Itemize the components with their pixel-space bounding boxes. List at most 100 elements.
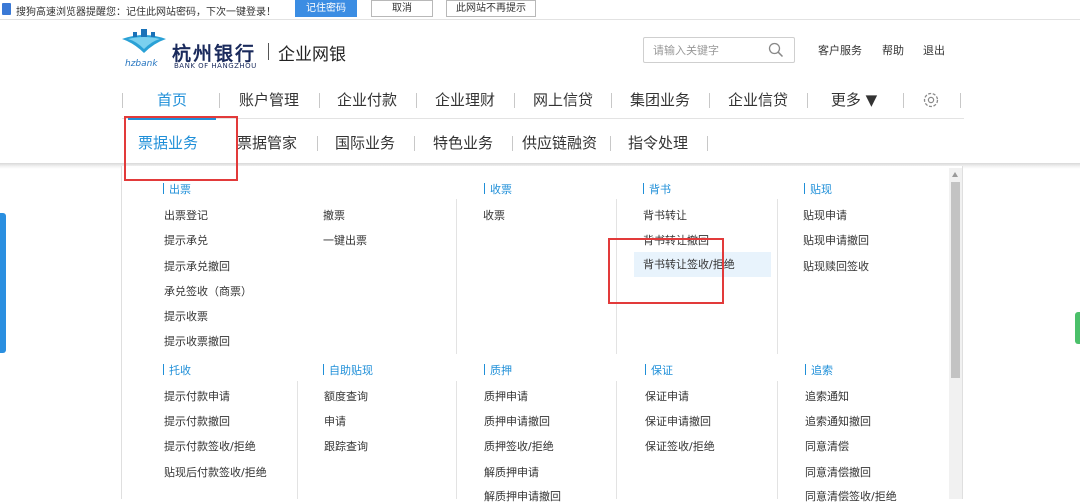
menu-item-issue-register[interactable]: 出票登记 <box>164 207 208 223</box>
help-link[interactable]: 帮助 <box>882 42 904 58</box>
nav-divider <box>416 93 417 108</box>
section-title-recourse: 追索 <box>805 364 833 377</box>
column-divider <box>456 199 457 354</box>
menu-item-pledge-apply[interactable]: 质押申请 <box>484 388 528 404</box>
section-title-receive: 收票 <box>484 183 512 196</box>
hzbank-text: hzbank <box>125 59 158 69</box>
scrollbar-thumb[interactable] <box>951 182 960 378</box>
left-side-tab[interactable] <box>0 213 6 353</box>
subnav-item-supply-chain[interactable]: 供应链融资 <box>522 124 597 162</box>
never-prompt-button[interactable]: 此网站不再提示 <box>446 0 536 17</box>
section-title-self-discount: 自助贴现 <box>323 364 373 377</box>
menu-item-pledge-revoke[interactable]: 质押申请撤回 <box>484 413 550 429</box>
menu-item-guarantee-apply[interactable]: 保证申请 <box>645 388 689 404</box>
menu-item-payment-sign-reject[interactable]: 提示付款签收/拒绝 <box>164 438 256 454</box>
nav-divider <box>319 93 320 108</box>
annotation-box-bills-tab <box>124 116 238 181</box>
logo-divider <box>268 43 269 60</box>
nav-item-finance[interactable]: 企业理财 <box>426 82 504 118</box>
nav-divider <box>807 93 808 108</box>
section-title-pledge: 质押 <box>484 364 512 377</box>
nav-divider <box>514 93 515 108</box>
subnav-divider <box>707 136 708 151</box>
nav-item-payment[interactable]: 企业付款 <box>328 82 406 118</box>
menu-item-receive[interactable]: 收票 <box>483 207 505 223</box>
menu-item-one-click-issue[interactable]: 一键出票 <box>323 232 367 248</box>
column-divider <box>777 199 778 354</box>
menu-item-discount-redeem-sign[interactable]: 贴现赎回签收 <box>803 258 869 274</box>
nav-item-credit-online[interactable]: 网上信贷 <box>524 82 602 118</box>
column-divider <box>297 381 298 499</box>
menu-item-payment-revoke[interactable]: 提示付款撤回 <box>164 413 230 429</box>
menu-item-cancel-bill[interactable]: 撤票 <box>323 207 345 223</box>
menu-scrollbar[interactable] <box>949 168 962 499</box>
nav-item-account[interactable]: 账户管理 <box>230 82 308 118</box>
nav-divider <box>122 93 123 108</box>
nav-divider <box>903 93 904 108</box>
search-box <box>643 37 795 63</box>
search-icon[interactable] <box>768 42 784 58</box>
menu-item-present-accept-revoke[interactable]: 提示承兑撤回 <box>164 258 230 274</box>
menu-item-agree-settle-sign-reject[interactable]: 同意清偿签收/拒绝 <box>805 488 897 504</box>
menu-item-pledge-sign-reject[interactable]: 质押签收/拒绝 <box>484 438 554 454</box>
menu-item-tracking-query[interactable]: 跟踪查询 <box>324 438 368 454</box>
nav-underline <box>122 118 964 119</box>
right-side-tab[interactable] <box>1075 312 1080 344</box>
nav-divider <box>709 93 710 108</box>
nav-item-corp-credit[interactable]: 企业信贷 <box>719 82 797 118</box>
password-save-bar: 搜狗高速浏览器提醒您：记住此网站密码，下次一键登录！ 记住密码 取消 此网站不再… <box>0 0 1080 20</box>
portal-name: 企业网银 <box>278 45 346 65</box>
nav-item-group[interactable]: 集团业务 <box>621 82 699 118</box>
hzbank-logo-icon <box>122 29 166 53</box>
menu-item-agree-settle[interactable]: 同意清偿 <box>805 438 849 454</box>
menu-item-discount-revoke[interactable]: 贴现申请撤回 <box>803 232 869 248</box>
menu-item-present-receive[interactable]: 提示收票 <box>164 308 208 324</box>
save-password-message: 搜狗高速浏览器提醒您：记住此网站密码，下次一键登录！ <box>16 7 276 18</box>
bill-business-menu: 出票 出票登记 提示承兑 提示承兑撤回 承兑签收（商票） 提示收票 提示收票撤回… <box>121 166 963 503</box>
nav-divider <box>960 93 961 108</box>
menu-item-unpledge-revoke[interactable]: 解质押申请撤回 <box>484 488 561 504</box>
menu-item-quota-query[interactable]: 额度查询 <box>324 388 368 404</box>
remember-password-button[interactable]: 记住密码 <box>295 0 357 17</box>
menu-item-recourse-revoke[interactable]: 追索通知撤回 <box>805 413 871 429</box>
bank-logo[interactable]: 杭州银行 企业网银 hzbank BANK OF HANGZHOU <box>120 27 380 75</box>
menu-item-accept-sign[interactable]: 承兑签收（商票） <box>164 283 252 299</box>
sub-nav: 票据业务 票据管家 国际业务 特色业务 供应链融资 指令处理 <box>122 124 964 164</box>
search-input[interactable] <box>644 38 766 62</box>
menu-item-present-receive-revoke[interactable]: 提示收票撤回 <box>164 333 230 349</box>
menu-item-post-discount-payment[interactable]: 贴现后付款签收/拒绝 <box>164 464 267 480</box>
nav-item-more[interactable]: 更多 ▼ <box>822 82 886 118</box>
section-title-discount: 贴现 <box>804 183 832 196</box>
annotation-box-endorse-sign <box>608 238 724 304</box>
nav-item-home[interactable]: 首页 <box>142 82 202 118</box>
bank-name-en: BANK OF HANGZHOU <box>174 62 257 70</box>
settings-gear-icon[interactable] <box>922 91 940 109</box>
menu-item-endorse-transfer[interactable]: 背书转让 <box>643 207 687 223</box>
column-divider <box>456 381 457 499</box>
logout-link[interactable]: 退出 <box>923 42 945 58</box>
main-nav: 首页 账户管理 企业付款 企业理财 网上信贷 集团业务 企业信贷 更多 ▼ <box>122 82 964 120</box>
subnav-item-special[interactable]: 特色业务 <box>433 124 493 162</box>
scroll-up-arrow-icon[interactable] <box>952 172 958 177</box>
nav-divider <box>219 93 220 108</box>
cancel-button[interactable]: 取消 <box>371 0 433 17</box>
column-divider <box>616 381 617 499</box>
nav-divider <box>611 93 612 108</box>
menu-item-recourse-notice[interactable]: 追索通知 <box>805 388 849 404</box>
subnav-divider <box>610 136 611 151</box>
customer-service-link[interactable]: 客户服务 <box>818 42 862 58</box>
menu-item-guarantee-sign-reject[interactable]: 保证签收/拒绝 <box>645 438 715 454</box>
subnav-item-international[interactable]: 国际业务 <box>335 124 395 162</box>
browser-icon <box>2 3 11 15</box>
menu-item-agree-settle-revoke[interactable]: 同意清偿撤回 <box>805 464 871 480</box>
menu-item-discount-apply[interactable]: 贴现申请 <box>803 207 847 223</box>
menu-item-unpledge-apply[interactable]: 解质押申请 <box>484 464 539 480</box>
site-header: 杭州银行 企业网银 hzbank BANK OF HANGZHOU 客户服务 帮… <box>0 20 1080 80</box>
menu-item-present-accept[interactable]: 提示承兑 <box>164 232 208 248</box>
section-title-collection: 托收 <box>163 364 191 377</box>
subnav-item-instructions[interactable]: 指令处理 <box>628 124 688 162</box>
menu-item-guarantee-revoke[interactable]: 保证申请撤回 <box>645 413 711 429</box>
menu-item-payment-request[interactable]: 提示付款申请 <box>164 388 230 404</box>
subnav-item-bill-manager[interactable]: 票据管家 <box>237 124 297 162</box>
menu-item-self-discount-apply[interactable]: 申请 <box>324 413 346 429</box>
